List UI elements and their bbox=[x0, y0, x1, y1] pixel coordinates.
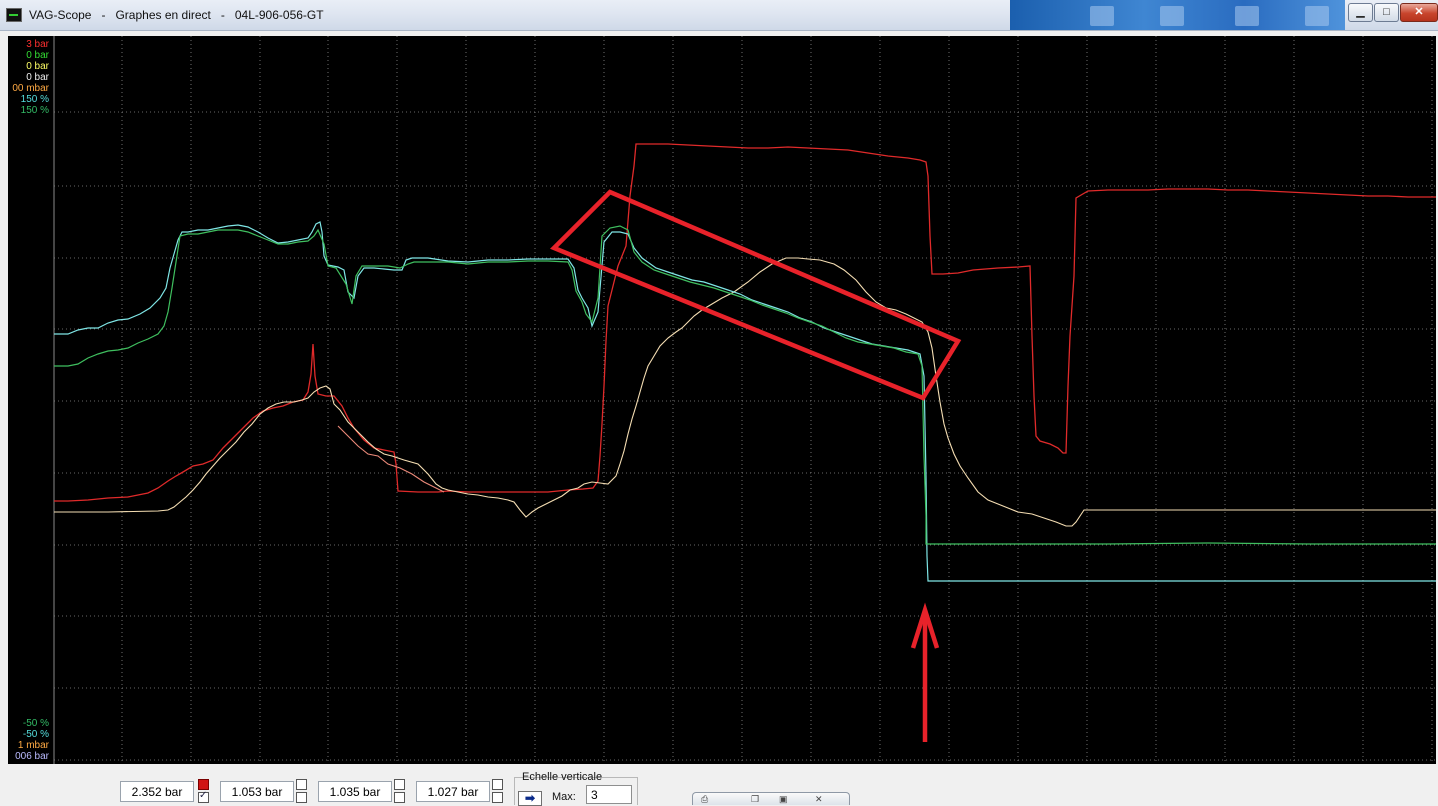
channel-1-color-swatch[interactable] bbox=[198, 779, 209, 790]
channel-3-color-swatch[interactable] bbox=[394, 779, 405, 790]
trace-cyan bbox=[54, 221, 1436, 582]
channel-3-checkbox[interactable] bbox=[394, 792, 405, 803]
bottom-scale-label-0: -50 % bbox=[22, 718, 49, 729]
trace-red bbox=[54, 143, 1436, 502]
scope-plot-area[interactable]: 3 bar 0 bar 0 bar 0 bar 00 mbar 150 % 150 % -5… bbox=[8, 36, 1436, 764]
channel-4-value: 1.027 bar bbox=[416, 781, 490, 802]
scope-grid bbox=[53, 36, 1436, 764]
trace-green bbox=[54, 225, 1436, 545]
top-scale-label-3: 0 bar bbox=[26, 72, 49, 83]
arrow-right-icon: ➡ bbox=[524, 791, 536, 805]
channel-1-checkbox[interactable] bbox=[198, 790, 209, 803]
channel-2-color-swatch[interactable] bbox=[296, 779, 307, 790]
top-scale-label-4: 00 mbar bbox=[12, 83, 49, 94]
top-scale-label-6: 150 % bbox=[20, 105, 49, 116]
floating-mini-toolbar[interactable]: ⎙ ❐ ▣ ✕ bbox=[692, 792, 850, 805]
channel-3-value: 1.035 bar bbox=[318, 781, 392, 802]
close-button[interactable]: ✕ bbox=[1400, 3, 1438, 22]
close-icon[interactable]: ✕ bbox=[815, 793, 823, 805]
bottom-control-bar: 2.352 bar 1.053 bar 1.035 bar 1.027 bar … bbox=[0, 764, 1438, 806]
bottom-scale-label-1: -50 % bbox=[22, 729, 49, 740]
scope-top-scale-labels: 3 bar 0 bar 0 bar 0 bar 00 mbar 150 % 150 % bbox=[8, 39, 49, 116]
maximize-button[interactable]: □ bbox=[1374, 3, 1399, 22]
channel-1-value: 2.352 bar bbox=[120, 781, 194, 802]
print-icon[interactable]: ⎙ bbox=[701, 793, 708, 805]
window-titlebar[interactable]: VAG-Scope - Graphes en direct - 04L-906-… bbox=[0, 0, 1438, 31]
max-scale-input[interactable]: 3 bbox=[586, 785, 632, 804]
minimize-button[interactable]: ▁ bbox=[1348, 3, 1373, 22]
minimize-icon: ▁ bbox=[1356, 6, 1365, 18]
vertical-scale-title: Echelle verticale bbox=[522, 771, 603, 783]
channel-4-checkbox[interactable] bbox=[492, 792, 503, 803]
copy-icon[interactable]: ❐ bbox=[751, 793, 759, 805]
annotation-highlight-box bbox=[550, 189, 962, 401]
max-label: Max: bbox=[552, 791, 576, 803]
channel-2-value: 1.053 bar bbox=[220, 781, 294, 802]
top-scale-label-5: 150 % bbox=[20, 94, 49, 105]
top-scale-label-0: 3 bar bbox=[26, 39, 49, 50]
close-icon: ✕ bbox=[1414, 6, 1424, 18]
top-scale-label-2: 0 bar bbox=[26, 61, 49, 72]
bottom-scale-label-2: 1 mbar bbox=[17, 740, 49, 751]
channel-2-checkbox[interactable] bbox=[296, 792, 307, 803]
trace-salmon bbox=[337, 425, 445, 493]
desktop-taskbar-strip bbox=[1010, 0, 1345, 30]
save-icon[interactable]: ▣ bbox=[779, 793, 788, 805]
scope-app-icon bbox=[6, 8, 22, 22]
maximize-icon: □ bbox=[1383, 6, 1390, 18]
channel-4-color-swatch[interactable] bbox=[492, 779, 503, 790]
bottom-scale-label-3: 006 bar bbox=[15, 751, 49, 762]
window-title: VAG-Scope - Graphes en direct - 04L-906-… bbox=[29, 8, 324, 22]
scope-graph bbox=[53, 36, 1436, 764]
top-scale-label-1: 0 bar bbox=[26, 50, 49, 61]
scope-bottom-scale-labels: -50 % -50 % 1 mbar 006 bar bbox=[8, 718, 49, 762]
